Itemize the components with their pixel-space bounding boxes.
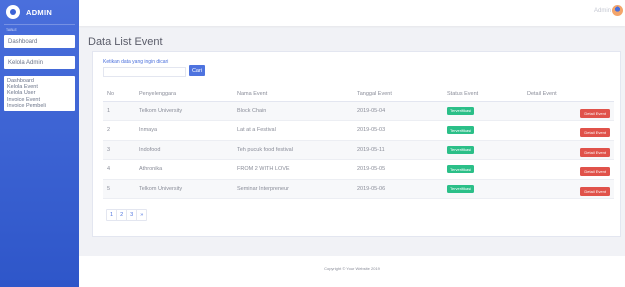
- cell-status: Terverifikasi: [447, 159, 527, 180]
- cell-penyelenggara: Telkom University: [139, 179, 237, 199]
- cell-status: Terverifikasi: [447, 120, 527, 141]
- brand-logo-icon: [6, 5, 20, 19]
- cell-status: Terverifikasi: [447, 101, 527, 121]
- header-no: No: [103, 87, 139, 102]
- table-row: 5 Telkom University Seminar Interpreneur…: [103, 179, 614, 199]
- event-table: No Penyelenggara Nama Event Tanggal Even…: [103, 87, 614, 199]
- table-row: 3 Indofood Teh pucuk food festival 2019-…: [103, 140, 614, 160]
- cell-detail: Detail Event: [527, 159, 614, 180]
- table-header-row: No Penyelenggara Nama Event Tanggal Even…: [103, 87, 614, 102]
- detail-event-button[interactable]: Detail Event: [580, 108, 610, 118]
- cell-nama-event: Block Chain: [237, 101, 357, 121]
- header-status-event: Status Event: [447, 87, 527, 102]
- cell-tanggal-event: 2019-05-04: [357, 101, 447, 121]
- page-link-1[interactable]: 1: [107, 210, 118, 220]
- page-link-2[interactable]: 2: [117, 210, 128, 220]
- cell-tanggal-event: 2019-05-03: [357, 120, 447, 141]
- avatar[interactable]: [612, 5, 623, 16]
- cell-detail: Detail Event: [527, 120, 614, 141]
- sidebar: ADMIN TABLE Dashboard Kelola Admin Dashb…: [0, 0, 79, 287]
- cell-penyelenggara: Telkom University: [139, 101, 237, 121]
- cell-nama-event: Seminar Interpreneur: [237, 179, 357, 199]
- cell-penyelenggara: Indofood: [139, 140, 237, 160]
- cell-tanggal-event: 2019-05-11: [357, 140, 447, 160]
- page-link-next[interactable]: »: [137, 210, 147, 220]
- cell-nama-event: FROM 2 WITH LOVE: [237, 159, 357, 180]
- status-badge: Terverifikasi: [447, 145, 475, 154]
- submenu-item-invoice-pembeli[interactable]: Invoice Pembeli: [7, 103, 72, 109]
- search-input[interactable]: [103, 67, 186, 77]
- cell-tanggal-event: 2019-05-05: [357, 159, 447, 180]
- cell-penyelenggara: Athronika: [139, 159, 237, 180]
- topbar-username[interactable]: Admin: [594, 8, 611, 14]
- header-detail-event: Detail Event: [527, 87, 614, 102]
- sidebar-item-dashboard[interactable]: Dashboard: [4, 35, 75, 48]
- table-row: 4 Athronika FROM 2 WITH LOVE 2019-05-05 …: [103, 159, 614, 180]
- cell-no: 2: [103, 120, 139, 141]
- cell-detail: Detail Event: [527, 101, 614, 121]
- cell-tanggal-event: 2019-05-06: [357, 179, 447, 199]
- table-row: 1 Telkom University Block Chain 2019-05-…: [103, 101, 614, 121]
- cell-no: 3: [103, 140, 139, 160]
- detail-event-button[interactable]: Detail Event: [580, 167, 610, 177]
- header-nama-event: Nama Event: [237, 87, 357, 102]
- status-badge: Terverifikasi: [447, 165, 475, 174]
- sidebar-heading: TABLE: [6, 28, 17, 32]
- cell-nama-event: Teh pucuk food festival: [237, 140, 357, 160]
- footer-copyright: Copyright © Your Website 2019: [324, 266, 380, 271]
- cell-no: 5: [103, 179, 139, 199]
- search-label: Ketikan data yang ingin dicari: [103, 59, 169, 65]
- cell-nama-event: Lat at a Festival: [237, 120, 357, 141]
- detail-event-button[interactable]: Detail Event: [580, 128, 610, 138]
- header-penyelenggara: Penyelenggara: [139, 87, 237, 102]
- page-title: Data List Event: [88, 36, 163, 48]
- search-button[interactable]: Cari: [189, 65, 205, 76]
- cell-no: 4: [103, 159, 139, 180]
- brand-text: ADMIN: [26, 7, 53, 17]
- status-badge: Terverifikasi: [447, 106, 475, 115]
- cell-detail: Detail Event: [527, 179, 614, 199]
- topbar: Admin: [79, 0, 625, 26]
- sidebar-brand[interactable]: ADMIN: [0, 0, 79, 24]
- footer: Copyright © Your Website 2019: [79, 256, 625, 287]
- page-link-3[interactable]: 3: [127, 210, 138, 220]
- cell-penyelenggara: Inmaya: [139, 120, 237, 141]
- detail-event-button[interactable]: Detail Event: [580, 147, 610, 157]
- header-tanggal-event: Tanggal Event: [357, 87, 447, 102]
- sidebar-submenu: Dashboard Kelola Event Kelola User Invoi…: [4, 76, 75, 112]
- detail-event-button[interactable]: Detail Event: [580, 186, 610, 196]
- cell-no: 1: [103, 101, 139, 121]
- pagination: 1 2 3 »: [106, 209, 148, 221]
- sidebar-item-kelola-admin[interactable]: Kelola Admin: [4, 56, 75, 69]
- table-row: 2 Inmaya Lat at a Festival 2019-05-03 Te…: [103, 120, 614, 141]
- cell-status: Terverifikasi: [447, 179, 527, 199]
- status-badge: Terverifikasi: [447, 126, 475, 135]
- cell-status: Terverifikasi: [447, 140, 527, 160]
- event-list-card: Ketikan data yang ingin dicari Cari No P…: [92, 51, 621, 237]
- status-badge: Terverifikasi: [447, 184, 475, 193]
- cell-detail: Detail Event: [527, 140, 614, 160]
